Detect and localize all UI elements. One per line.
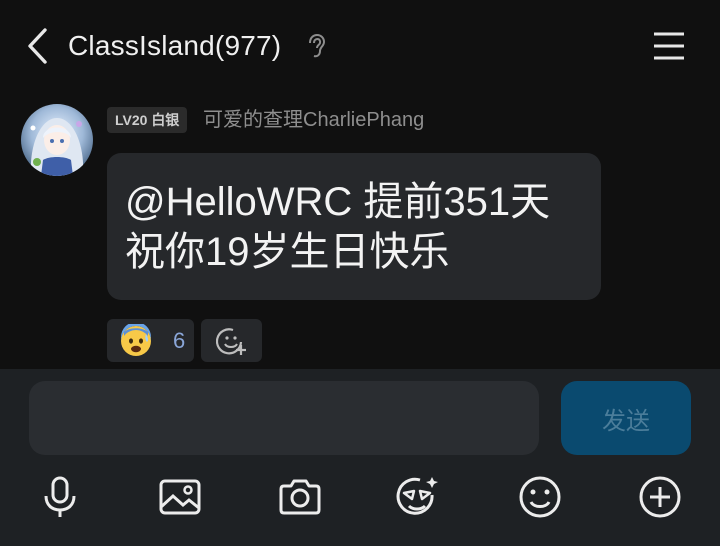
- send-button[interactable]: 发送: [561, 381, 691, 455]
- composer-toolbar: [0, 469, 720, 529]
- sticker-icon: [396, 477, 438, 515]
- avatar[interactable]: [21, 104, 93, 176]
- image-icon: [159, 479, 201, 515]
- chevron-left-icon: [28, 28, 47, 64]
- emoji-button[interactable]: [516, 473, 564, 521]
- emoji-icon: [519, 476, 561, 518]
- add-reaction-button[interactable]: [201, 319, 262, 362]
- hamburger-menu-icon: [654, 32, 684, 60]
- image-button[interactable]: [156, 473, 204, 521]
- level-badge: LV20 白银: [107, 107, 188, 133]
- sticker-button[interactable]: [394, 473, 442, 521]
- composer: 发送: [0, 369, 720, 546]
- add-emoji-icon: [215, 327, 246, 355]
- reaction-count: 6: [173, 327, 186, 353]
- message-text: @HelloWRC 提前351天祝你19岁生日快乐: [125, 180, 551, 274]
- plus-icon: [639, 476, 681, 518]
- camera-icon: [279, 479, 321, 515]
- back-button[interactable]: [18, 24, 58, 68]
- anxious-sweat-face-emoji: [121, 323, 151, 356]
- plus-button[interactable]: [636, 473, 684, 521]
- reaction-chip[interactable]: 6: [107, 319, 194, 362]
- message-bubble[interactable]: @HelloWRC 提前351天祝你19岁生日快乐: [107, 153, 601, 300]
- camera-button[interactable]: [276, 473, 324, 521]
- ear-icon[interactable]: [305, 33, 329, 59]
- chat-header: ClassIsland(977): [0, 0, 720, 92]
- microphone-icon: [44, 476, 76, 517]
- message-input[interactable]: [29, 381, 539, 455]
- microphone-button[interactable]: [36, 473, 84, 521]
- sender-name[interactable]: 可爱的查理CharliePhang: [203, 107, 424, 133]
- menu-button[interactable]: [648, 28, 690, 64]
- chat-title: ClassIsland(977): [68, 30, 282, 61]
